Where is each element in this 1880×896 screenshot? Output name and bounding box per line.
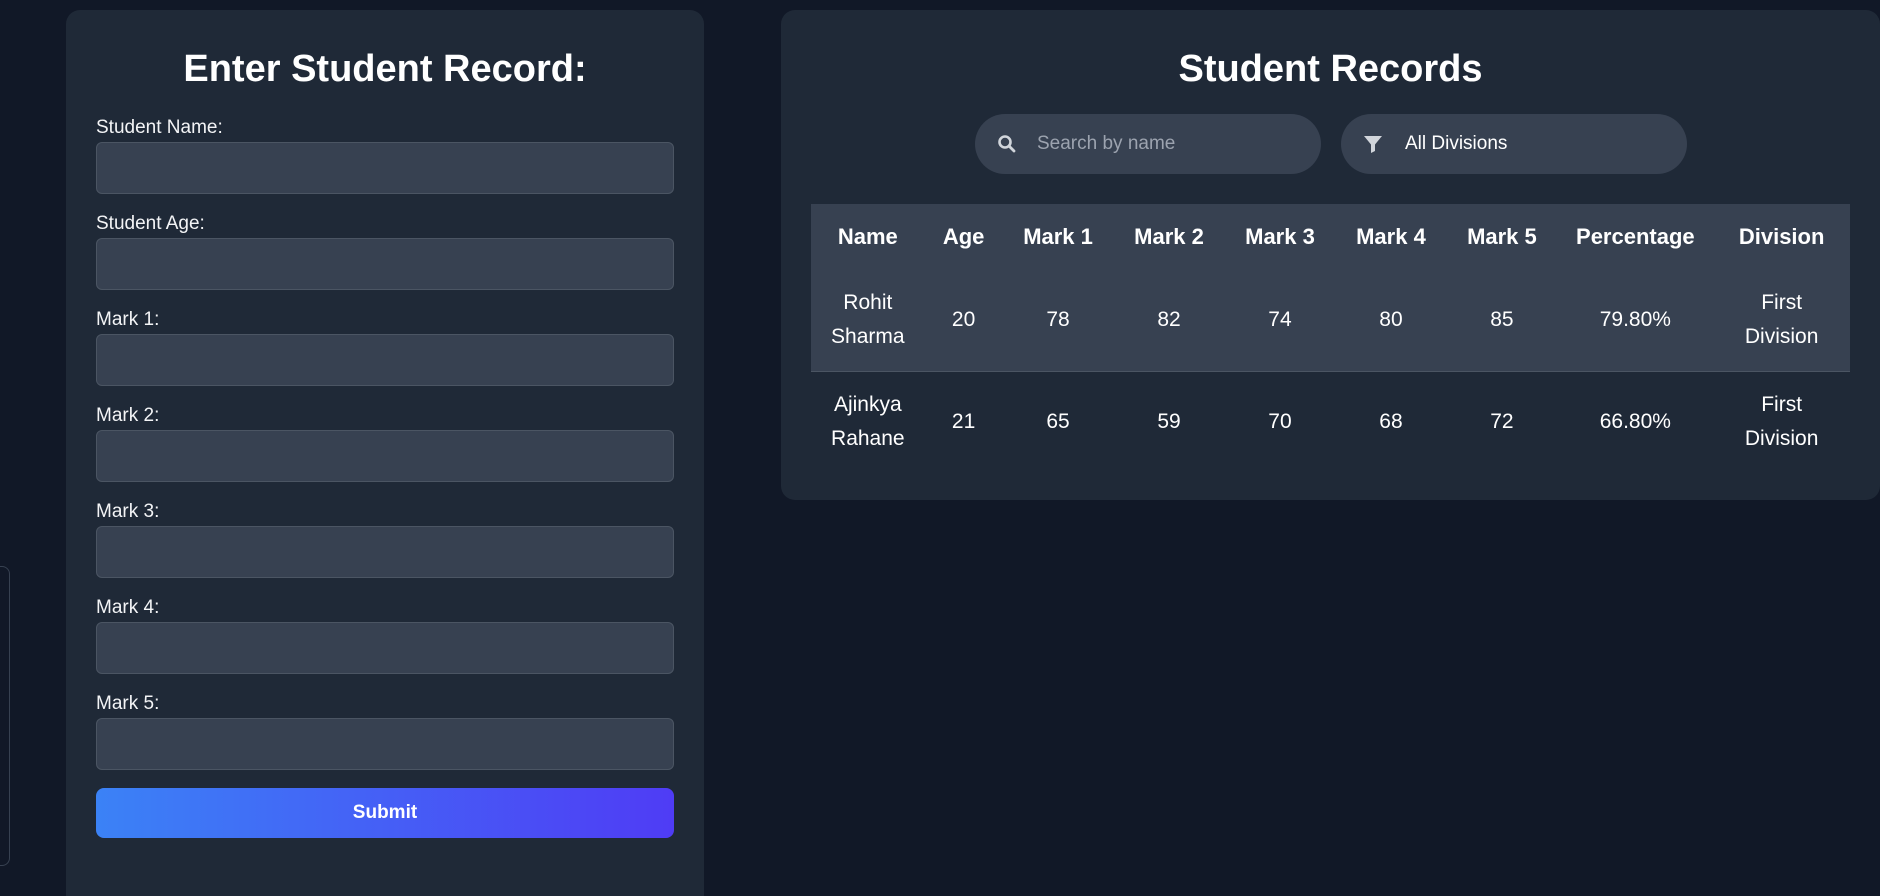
cell-age: 20 bbox=[924, 270, 1003, 372]
cell-mark-1: 65 bbox=[1002, 371, 1114, 472]
cell-division-first: First bbox=[1761, 392, 1803, 416]
mark-1-input[interactable] bbox=[96, 334, 674, 386]
column-header-age[interactable]: Age bbox=[924, 204, 1003, 270]
column-header-mark-2[interactable]: Mark 2 bbox=[1113, 204, 1225, 270]
mark-5-input[interactable] bbox=[96, 718, 674, 770]
cell-division-last: Division bbox=[1744, 426, 1819, 450]
search-input[interactable] bbox=[1037, 133, 1297, 155]
form-fields: Student Name: Student Age: Mark 1: Mark … bbox=[96, 116, 674, 838]
column-header-mark-1[interactable]: Mark 1 bbox=[1002, 204, 1114, 270]
column-header-percentage[interactable]: Percentage bbox=[1557, 204, 1714, 270]
table-header-row: Name Age Mark 1 Mark 2 Mark 3 Mark 4 Mar… bbox=[811, 204, 1850, 270]
cell-division-first: First bbox=[1761, 291, 1803, 315]
column-header-division[interactable]: Division bbox=[1713, 204, 1850, 270]
table-row[interactable]: Rohit Sharma 20 78 82 74 80 85 79.80% Fi… bbox=[811, 270, 1850, 372]
mark-3-field-group: Mark 3: bbox=[96, 500, 674, 578]
mark-5-field-group: Mark 5: bbox=[96, 692, 674, 770]
mark-2-input[interactable] bbox=[96, 430, 674, 482]
search-box[interactable] bbox=[975, 114, 1321, 174]
student-age-input[interactable] bbox=[96, 238, 674, 290]
cell-age: 21 bbox=[924, 371, 1003, 472]
student-name-label: Student Name: bbox=[96, 117, 223, 138]
page: Enter Student Record: Student Name: Stud… bbox=[0, 0, 1880, 896]
cell-name-last: Rahane bbox=[831, 426, 905, 450]
cell-percentage: 79.80% bbox=[1557, 270, 1714, 372]
submit-button[interactable]: Submit bbox=[96, 788, 674, 838]
column-header-name[interactable]: Name bbox=[811, 204, 925, 270]
cell-mark-2: 59 bbox=[1113, 371, 1225, 472]
student-age-label: Student Age: bbox=[96, 213, 205, 234]
student-age-field-group: Student Age: bbox=[96, 212, 674, 290]
mark-3-input[interactable] bbox=[96, 526, 674, 578]
student-form-panel: Enter Student Record: Student Name: Stud… bbox=[66, 10, 704, 896]
cell-percentage: 66.80% bbox=[1557, 371, 1714, 472]
student-name-field-group: Student Name: bbox=[96, 116, 674, 194]
cell-division: First Division bbox=[1713, 371, 1850, 472]
form-title: Enter Student Record: bbox=[183, 48, 587, 90]
table-row[interactable]: Ajinkya Rahane 21 65 59 70 68 72 66.80% … bbox=[811, 371, 1850, 472]
cell-name-first: Rohit bbox=[843, 291, 893, 315]
cell-division: First Division bbox=[1713, 270, 1850, 372]
column-header-mark-5[interactable]: Mark 5 bbox=[1446, 204, 1558, 270]
student-records-panel: Student Records All Divisions bbox=[781, 10, 1880, 500]
search-icon bbox=[995, 132, 1019, 156]
mark-2-label: Mark 2: bbox=[96, 405, 160, 426]
cell-mark-4: 80 bbox=[1335, 270, 1447, 372]
mark-5-label: Mark 5: bbox=[96, 693, 160, 714]
mark-2-field-group: Mark 2: bbox=[96, 404, 674, 482]
cell-division-last: Division bbox=[1744, 325, 1819, 349]
cell-mark-5: 85 bbox=[1446, 270, 1558, 372]
mark-4-input[interactable] bbox=[96, 622, 674, 674]
records-table: Name Age Mark 1 Mark 2 Mark 3 Mark 4 Mar… bbox=[811, 204, 1850, 472]
mark-1-label: Mark 1: bbox=[96, 309, 160, 330]
cell-name: Rohit Sharma bbox=[811, 270, 925, 372]
cell-mark-3: 74 bbox=[1224, 270, 1336, 372]
cell-name-last: Sharma bbox=[831, 325, 905, 349]
cell-mark-4: 68 bbox=[1335, 371, 1447, 472]
cell-mark-5: 72 bbox=[1446, 371, 1558, 472]
student-name-input[interactable] bbox=[96, 142, 674, 194]
column-header-mark-4[interactable]: Mark 4 bbox=[1335, 204, 1447, 270]
records-title: Student Records bbox=[1178, 48, 1483, 90]
cell-name-first: Ajinkya bbox=[833, 392, 902, 416]
cell-name: Ajinkya Rahane bbox=[811, 371, 925, 472]
side-panel-edge[interactable] bbox=[0, 566, 10, 866]
cell-mark-3: 70 bbox=[1224, 371, 1336, 472]
mark-1-field-group: Mark 1: bbox=[96, 308, 674, 386]
column-header-mark-3[interactable]: Mark 3 bbox=[1224, 204, 1336, 270]
records-table-container: Name Age Mark 1 Mark 2 Mark 3 Mark 4 Mar… bbox=[811, 204, 1850, 472]
mark-4-field-group: Mark 4: bbox=[96, 596, 674, 674]
mark-3-label: Mark 3: bbox=[96, 501, 160, 522]
mark-4-label: Mark 4: bbox=[96, 597, 160, 618]
cell-mark-2: 82 bbox=[1113, 270, 1225, 372]
division-filter-select[interactable]: All Divisions bbox=[1341, 114, 1687, 174]
cell-mark-1: 78 bbox=[1002, 270, 1114, 372]
filter-icon bbox=[1361, 132, 1385, 156]
division-filter-value: All Divisions bbox=[1405, 133, 1508, 154]
